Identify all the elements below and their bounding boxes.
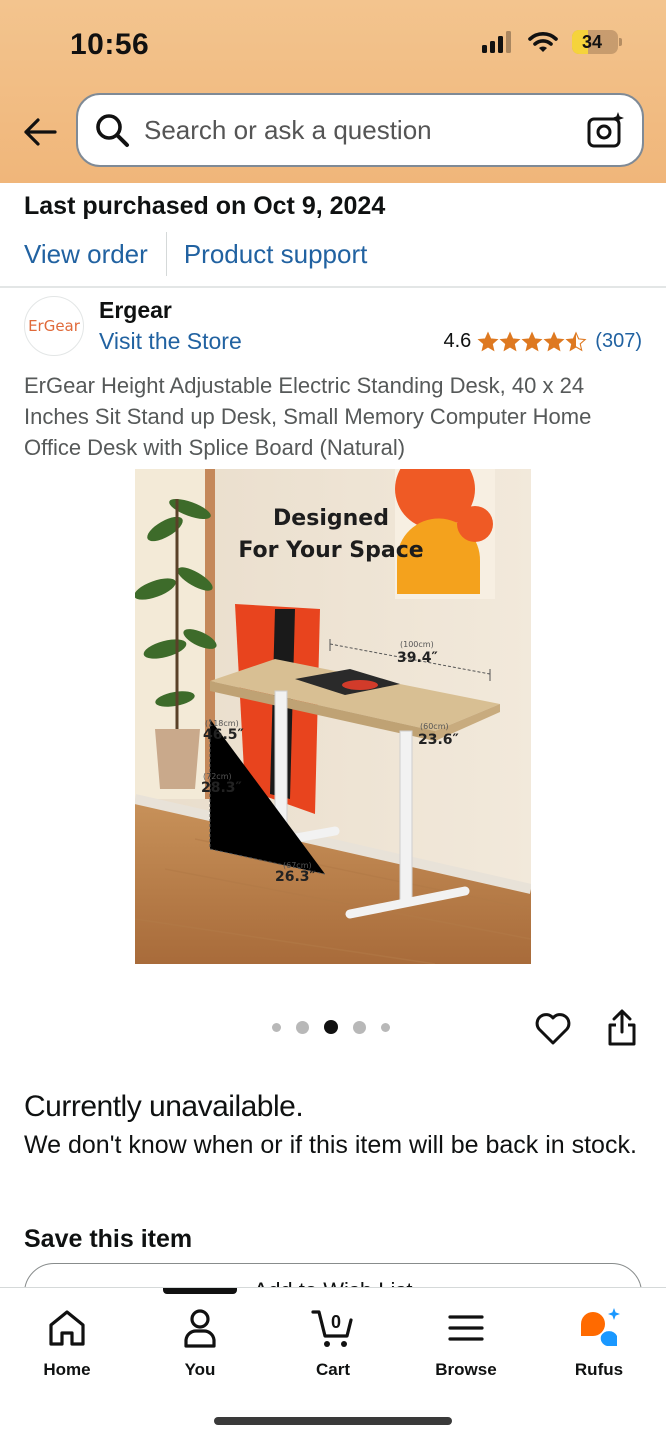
image-carousel-dots[interactable] bbox=[272, 1020, 390, 1034]
menu-icon bbox=[448, 1315, 484, 1341]
home-indicator[interactable] bbox=[214, 1417, 452, 1425]
status-icons: 34 bbox=[482, 30, 622, 54]
store-logo-text: ErGear bbox=[28, 317, 80, 335]
view-order-link[interactable]: View order bbox=[24, 239, 148, 270]
carousel-dot[interactable] bbox=[296, 1020, 309, 1034]
depth-cm-label: (60cm) bbox=[420, 722, 449, 731]
heart-icon bbox=[535, 1013, 571, 1045]
cellular-signal-icon bbox=[482, 31, 511, 53]
visit-store-link[interactable]: Visit the Store bbox=[99, 328, 242, 355]
product-title: ErGear Height Adjustable Electric Standi… bbox=[24, 373, 592, 460]
person-icon bbox=[184, 1309, 216, 1348]
width-in-label: 39.4″ bbox=[397, 650, 438, 666]
rufus-icon bbox=[581, 1308, 620, 1346]
availability-heading: Currently unavailable. bbox=[24, 1090, 304, 1123]
caption-line-2: For Your Space bbox=[238, 538, 424, 563]
nav-browse-label: Browse bbox=[435, 1360, 497, 1379]
carousel-dot[interactable] bbox=[353, 1020, 366, 1034]
carousel-dot[interactable] bbox=[381, 1022, 390, 1032]
star-full-icon bbox=[477, 330, 499, 351]
back-button[interactable] bbox=[20, 112, 60, 152]
product-support-link[interactable]: Product support bbox=[184, 239, 368, 270]
app-header: 10:56 34 Search or ask a question bbox=[0, 0, 666, 183]
divider bbox=[165, 232, 167, 276]
rating-count[interactable]: (307) bbox=[595, 330, 642, 353]
depth-in-label: 23.6″ bbox=[418, 732, 459, 748]
star-full-icon bbox=[521, 330, 543, 351]
brand-name: Ergear bbox=[99, 297, 172, 323]
home-icon bbox=[49, 1310, 85, 1346]
nav-cart-label: Cart bbox=[315, 1360, 350, 1379]
back-arrow-icon bbox=[24, 118, 57, 146]
rating-summary[interactable]: 4.6 (307) bbox=[443, 330, 642, 353]
nav-you[interactable]: You bbox=[145, 1306, 255, 1380]
status-time: 10:56 bbox=[70, 28, 150, 61]
active-tab-indicator bbox=[163, 1288, 237, 1294]
camera-lens-icon[interactable] bbox=[586, 110, 626, 150]
rating-value: 4.6 bbox=[443, 330, 472, 352]
max-height-in-label: 46.5″ bbox=[203, 727, 244, 743]
section-divider bbox=[0, 286, 666, 288]
search-icon bbox=[96, 114, 129, 147]
nav-home-label: Home bbox=[43, 1360, 91, 1379]
image-caption: Designed For Your Space bbox=[231, 503, 431, 567]
order-links: View order Product support bbox=[24, 232, 367, 276]
star-full-icon bbox=[543, 330, 565, 351]
battery-indicator: 34 bbox=[572, 30, 622, 54]
share-icon bbox=[608, 1009, 636, 1046]
wishlist-heart-button[interactable] bbox=[533, 1009, 573, 1049]
star-rating bbox=[477, 330, 587, 353]
carousel-dot-active[interactable] bbox=[324, 1020, 338, 1034]
nav-you-label: You bbox=[184, 1360, 216, 1379]
store-logo[interactable]: ErGear bbox=[24, 296, 84, 356]
last-purchased-text: Last purchased on Oct 9, 2024 bbox=[24, 192, 386, 220]
cart-count: 0 bbox=[331, 1312, 341, 1332]
battery-percent: 34 bbox=[581, 31, 603, 52]
star-full-icon bbox=[499, 330, 521, 351]
min-height-in-label: 28.3″ bbox=[201, 780, 242, 796]
availability-description: We don't know when or if this item will … bbox=[24, 1131, 637, 1159]
nav-browse[interactable]: Browse bbox=[411, 1306, 521, 1380]
caption-line-1: Designed bbox=[273, 506, 389, 531]
search-bar[interactable]: Search or ask a question bbox=[76, 93, 644, 167]
search-input[interactable]: Search or ask a question bbox=[144, 115, 586, 146]
save-item-heading: Save this item bbox=[24, 1225, 193, 1253]
star-half-icon bbox=[565, 330, 587, 351]
cart-icon: 0 bbox=[311, 1310, 353, 1347]
wifi-icon bbox=[528, 32, 558, 52]
nav-rufus-label: Rufus bbox=[574, 1360, 624, 1379]
carousel-dot[interactable] bbox=[272, 1022, 281, 1032]
share-button[interactable] bbox=[602, 1008, 642, 1048]
nav-cart[interactable]: 0 Cart bbox=[278, 1306, 388, 1380]
nav-rufus[interactable]: Rufus bbox=[544, 1306, 654, 1380]
width-cm-label: (100cm) bbox=[400, 640, 434, 649]
nav-home[interactable]: Home bbox=[12, 1306, 122, 1380]
foot-in-label: 26.3″ bbox=[275, 869, 316, 885]
product-image[interactable]: Designed For Your Space (100cm) 39.4″ (6… bbox=[135, 469, 531, 964]
